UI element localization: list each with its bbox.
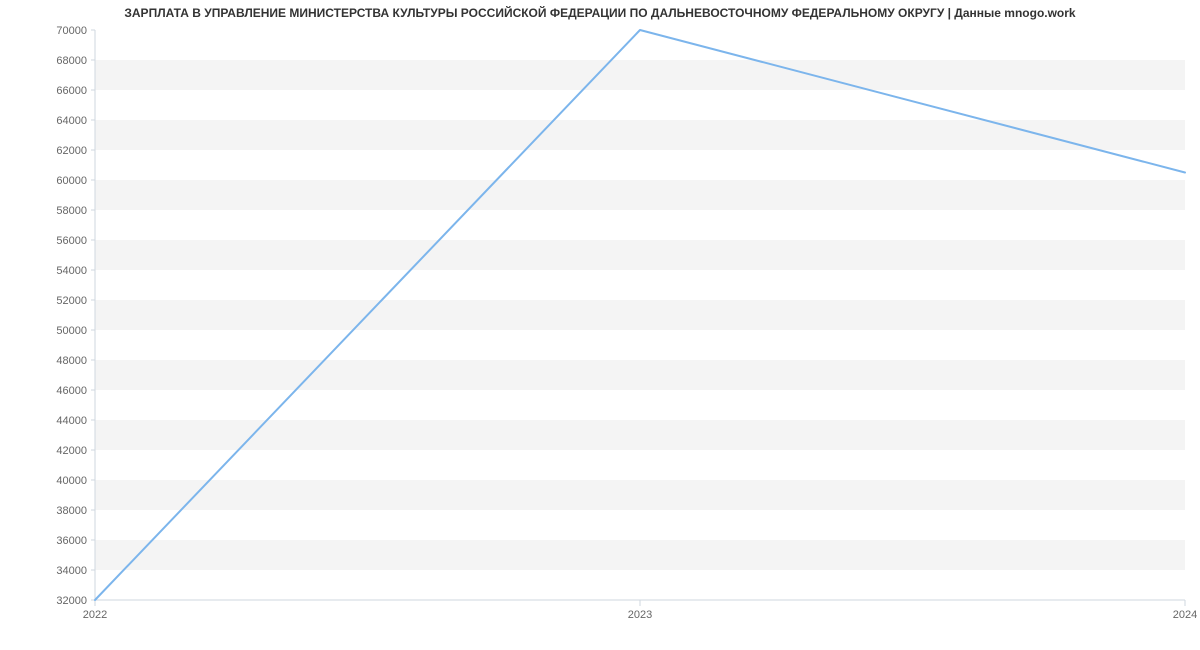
grid-band xyxy=(95,300,1185,330)
y-tick-label: 52000 xyxy=(56,295,87,307)
x-tick-label: 2023 xyxy=(628,609,652,621)
y-tick-label: 64000 xyxy=(56,115,87,127)
y-tick-label: 32000 xyxy=(56,595,87,607)
y-tick-label: 54000 xyxy=(56,265,87,277)
y-tick-label: 66000 xyxy=(56,85,87,97)
y-tick-label: 44000 xyxy=(56,415,87,427)
grid-band xyxy=(95,240,1185,270)
grid-band xyxy=(95,480,1185,510)
y-tick-label: 38000 xyxy=(56,505,87,517)
grid-band xyxy=(95,60,1185,90)
chart-title: ЗАРПЛАТА В УПРАВЛЕНИЕ МИНИСТЕРСТВА КУЛЬТ… xyxy=(0,6,1200,20)
salary-line-chart: ЗАРПЛАТА В УПРАВЛЕНИЕ МИНИСТЕРСТВА КУЛЬТ… xyxy=(0,0,1200,650)
grid-band xyxy=(95,120,1185,150)
y-tick-label: 68000 xyxy=(56,55,87,67)
y-tick-label: 70000 xyxy=(56,25,87,37)
y-tick-label: 34000 xyxy=(56,565,87,577)
x-tick-label: 2024 xyxy=(1173,609,1197,621)
y-tick-label: 62000 xyxy=(56,145,87,157)
grid-band xyxy=(95,360,1185,390)
y-tick-label: 58000 xyxy=(56,205,87,217)
y-tick-label: 36000 xyxy=(56,535,87,547)
y-tick-label: 40000 xyxy=(56,475,87,487)
grid-band xyxy=(95,180,1185,210)
y-tick-label: 46000 xyxy=(56,385,87,397)
y-tick-label: 48000 xyxy=(56,355,87,367)
y-tick-label: 42000 xyxy=(56,445,87,457)
x-tick-label: 2022 xyxy=(83,609,107,621)
y-tick-label: 60000 xyxy=(56,175,87,187)
grid-band xyxy=(95,420,1185,450)
y-tick-label: 56000 xyxy=(56,235,87,247)
chart-svg: 32000 34000 36000 38000 40000 42000 44000 46000… xyxy=(0,0,1200,650)
y-tick-label: 50000 xyxy=(56,325,87,337)
grid-band xyxy=(95,540,1185,570)
